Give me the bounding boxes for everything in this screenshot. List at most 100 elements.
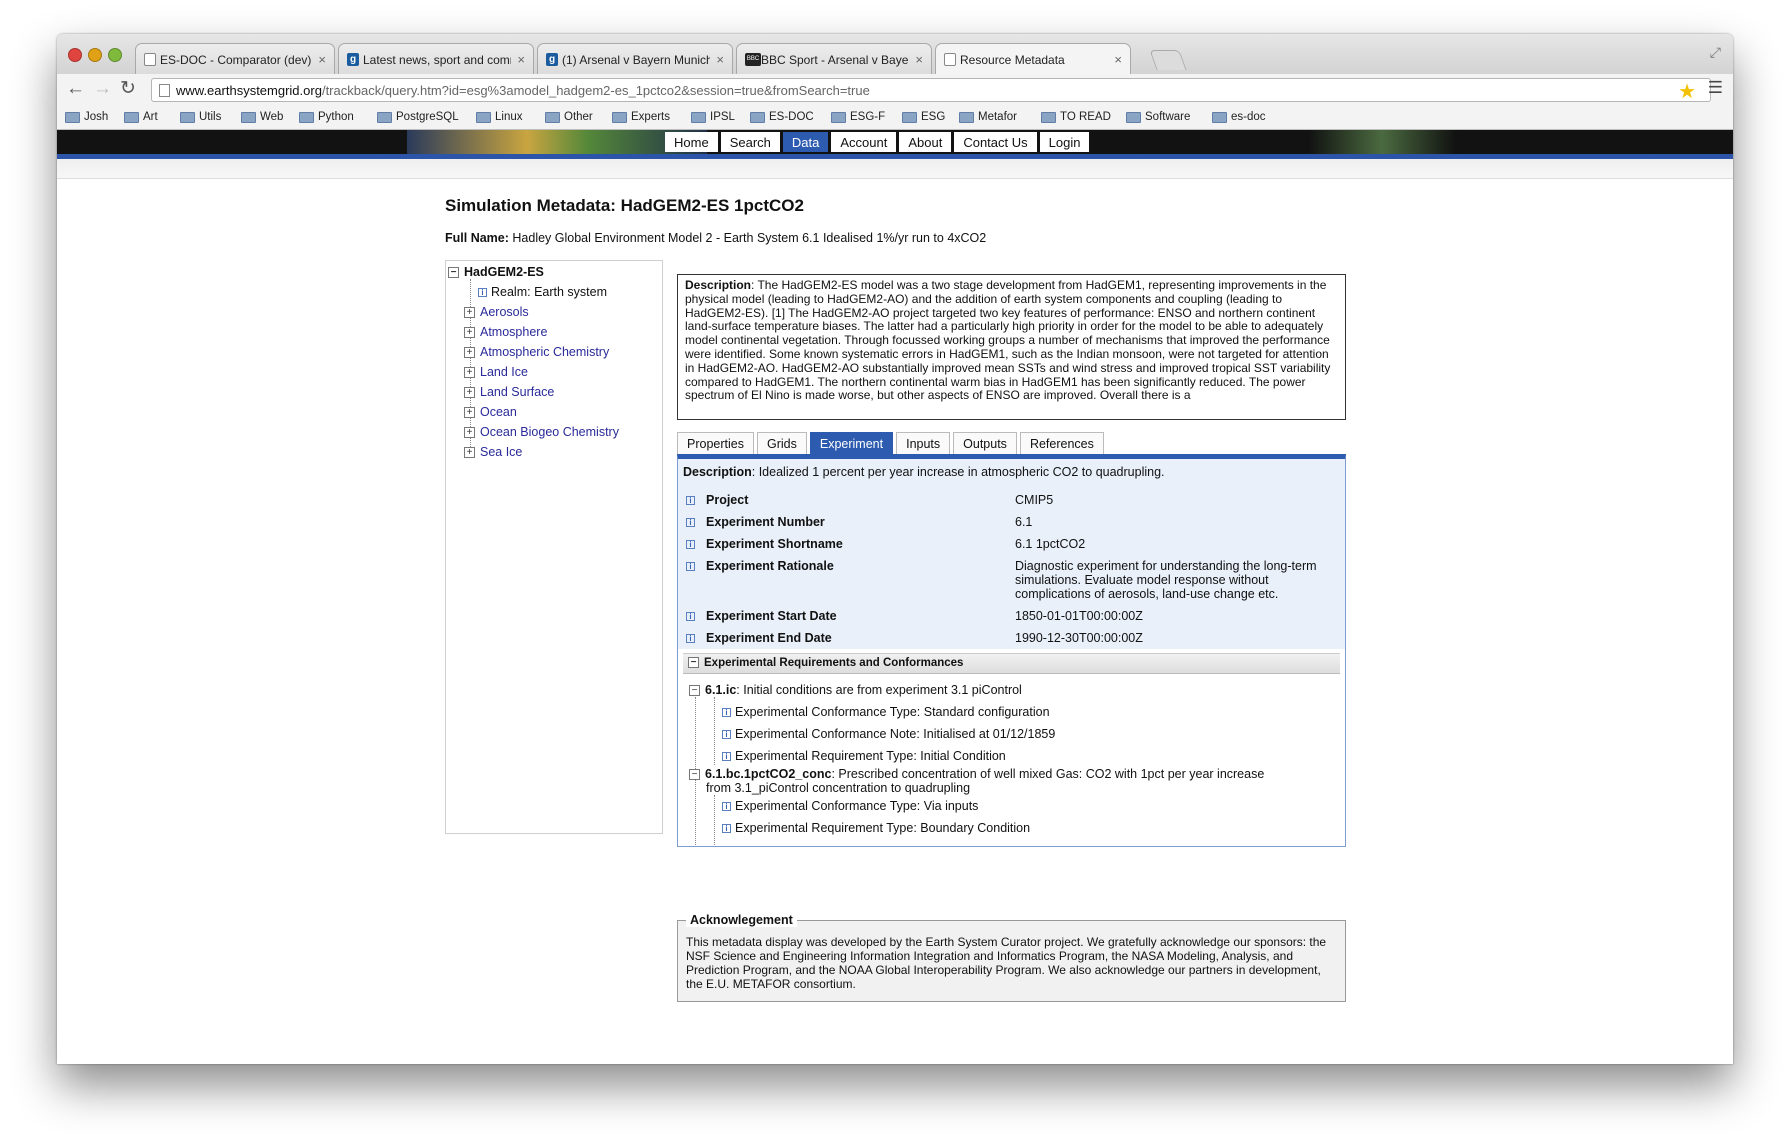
close-tab-icon[interactable]: × xyxy=(716,52,724,67)
minimize-window-button[interactable] xyxy=(88,48,102,62)
bookmark-folder[interactable]: Linux xyxy=(476,111,523,123)
address-bar[interactable]: www.earthsystemgrid.org/trackback/query.… xyxy=(151,78,1711,104)
expand-icon[interactable]: + xyxy=(464,307,475,319)
bookmark-folder[interactable]: PostgreSQL xyxy=(377,111,459,123)
description-text: : The HadGEM2-ES model was a two stage d… xyxy=(685,278,1331,403)
collapse-icon[interactable]: − xyxy=(689,769,700,781)
reload-icon[interactable]: ↻ xyxy=(120,78,136,100)
expand-icon[interactable]: + xyxy=(464,427,475,439)
zoom-window-button[interactable] xyxy=(108,48,122,62)
tab-grids[interactable]: Grids xyxy=(756,432,807,454)
folder-icon xyxy=(124,112,139,123)
tab-references[interactable]: References xyxy=(1019,432,1104,454)
bookmark-folder[interactable]: IPSL xyxy=(691,111,735,123)
info-icon[interactable]: i xyxy=(686,540,695,550)
forward-icon[interactable]: → xyxy=(93,78,112,100)
info-icon[interactable]: i xyxy=(686,496,695,506)
bookmark-folder[interactable]: Experts xyxy=(612,111,670,123)
back-icon[interactable]: ← xyxy=(66,78,85,100)
info-icon[interactable]: i xyxy=(686,518,695,528)
info-icon[interactable]: i xyxy=(686,562,695,572)
tree-item-land-ice[interactable]: + Land Ice xyxy=(464,365,528,379)
info-icon[interactable]: i xyxy=(722,824,731,834)
bookmark-folder[interactable]: Other xyxy=(545,111,593,123)
nav-account[interactable]: Account xyxy=(831,132,897,152)
close-tab-icon[interactable]: × xyxy=(517,52,525,67)
nav-login[interactable]: Login xyxy=(1039,132,1090,152)
bookmark-folder[interactable]: Metafor xyxy=(959,111,1017,123)
browser-tab[interactable]: ES-DOC - Comparator (dev) × xyxy=(135,43,335,74)
collapse-icon[interactable]: − xyxy=(688,657,699,669)
tree-item-atmospheric-chemistry[interactable]: + Atmospheric Chemistry xyxy=(464,345,609,359)
close-window-button[interactable] xyxy=(68,48,82,62)
browser-tab[interactable]: g (1) Arsenal v Bayern Munich × xyxy=(537,43,733,74)
bbc-icon: BBC xyxy=(745,53,761,66)
folder-icon xyxy=(691,112,706,123)
expand-icon[interactable]: + xyxy=(464,387,475,399)
requirement-bc-continued: from 3.1_piControl concentration to quad… xyxy=(706,781,971,795)
expand-icon[interactable]: + xyxy=(464,447,475,459)
tab-experiment[interactable]: Experiment xyxy=(809,432,894,454)
guardian-icon: g xyxy=(546,53,558,66)
info-icon[interactable]: i xyxy=(722,802,731,812)
browser-tab[interactable]: BBC BBC Sport - Arsenal v Bayern × xyxy=(736,43,932,74)
nav-about[interactable]: About xyxy=(899,132,952,152)
requirement-ic[interactable]: −6.1.ic: Initial conditions are from exp… xyxy=(689,683,1022,697)
folder-icon xyxy=(180,112,195,123)
info-icon[interactable]: i xyxy=(722,708,731,718)
tree-item-aerosols[interactable]: + Aerosols xyxy=(464,305,529,319)
tab-inputs[interactable]: Inputs xyxy=(896,432,951,454)
expand-icon[interactable]: + xyxy=(464,407,475,419)
expand-icon[interactable]: + xyxy=(464,327,475,339)
field-experiment-end-date-value: 1990-12-30T00:00:00Z xyxy=(1015,631,1143,645)
tree-item-atmosphere[interactable]: + Atmosphere xyxy=(464,325,547,339)
requirement-item: i Experimental Conformance Note: Initiali… xyxy=(722,727,1055,741)
bookmark-folder[interactable]: Art xyxy=(124,111,158,123)
browser-tab-active[interactable]: Resource Metadata × xyxy=(935,43,1131,74)
close-tab-icon[interactable]: × xyxy=(318,52,326,67)
bookmark-folder[interactable]: Josh xyxy=(65,111,108,123)
folder-icon xyxy=(299,112,314,123)
url-path: /trackback/query.htm?id=esg%3amodel_hadg… xyxy=(321,83,870,98)
info-icon[interactable]: i xyxy=(686,634,695,644)
tree-item-sea-ice[interactable]: + Sea Ice xyxy=(464,445,522,459)
tree-item-ocean-biogeo-chemistry[interactable]: + Ocean Biogeo Chemistry xyxy=(464,425,619,439)
bookmark-folder[interactable]: ES-DOC xyxy=(750,111,814,123)
info-icon[interactable]: i xyxy=(722,752,731,762)
model-description[interactable]: Description: The HadGEM2-ES model was a … xyxy=(677,274,1346,420)
nav-home[interactable]: Home xyxy=(665,132,718,152)
bookmark-star-icon[interactable]: ★ xyxy=(1678,79,1696,104)
bookmark-folder[interactable]: ESG-F xyxy=(831,111,885,123)
experiment-panel[interactable]: Description: Idealized 1 percent per yea… xyxy=(677,454,1346,847)
bookmark-folder[interactable]: ESG xyxy=(902,111,945,123)
info-icon[interactable]: i xyxy=(722,730,731,740)
requirements-header[interactable]: − Experimental Requirements and Conforman… xyxy=(683,653,1340,674)
info-icon[interactable]: i xyxy=(686,612,695,622)
tab-properties[interactable]: Properties xyxy=(677,432,754,454)
expand-icon[interactable]: + xyxy=(464,367,475,379)
nav-contact-us[interactable]: Contact Us xyxy=(954,132,1037,152)
bookmark-folder[interactable]: es-doc xyxy=(1212,111,1266,123)
bookmark-folder[interactable]: Software xyxy=(1126,111,1190,123)
requirement-item: i Experimental Conformance Type: Standard… xyxy=(722,705,1050,719)
tree-item-ocean[interactable]: + Ocean xyxy=(464,405,517,419)
fullscreen-icon[interactable]: ⤢ xyxy=(1710,44,1721,61)
nav-data[interactable]: Data xyxy=(782,132,829,152)
tree-root[interactable]: − HadGEM2-ES xyxy=(448,265,544,279)
tab-outputs[interactable]: Outputs xyxy=(953,432,1017,454)
close-tab-icon[interactable]: × xyxy=(915,52,923,67)
bookmark-folder[interactable]: Utils xyxy=(180,111,221,123)
menu-icon[interactable]: ☰ xyxy=(1708,78,1723,98)
collapse-icon[interactable]: − xyxy=(689,685,700,697)
close-tab-icon[interactable]: × xyxy=(1114,52,1122,67)
bookmark-folder[interactable]: TO READ xyxy=(1041,111,1111,123)
browser-tab[interactable]: g Latest news, sport and comm × xyxy=(338,43,534,74)
new-tab-button[interactable] xyxy=(1149,50,1187,70)
expand-icon[interactable]: + xyxy=(464,347,475,359)
bookmark-folder[interactable]: Python xyxy=(299,111,354,123)
requirement-bc[interactable]: −6.1.bc.1pctCO2_conc: Prescribed concent… xyxy=(689,767,1264,781)
bookmark-folder[interactable]: Web xyxy=(241,111,283,123)
nav-search[interactable]: Search xyxy=(720,132,780,152)
tree-item-land-surface[interactable]: + Land Surface xyxy=(464,385,554,399)
collapse-icon[interactable]: − xyxy=(448,267,459,279)
